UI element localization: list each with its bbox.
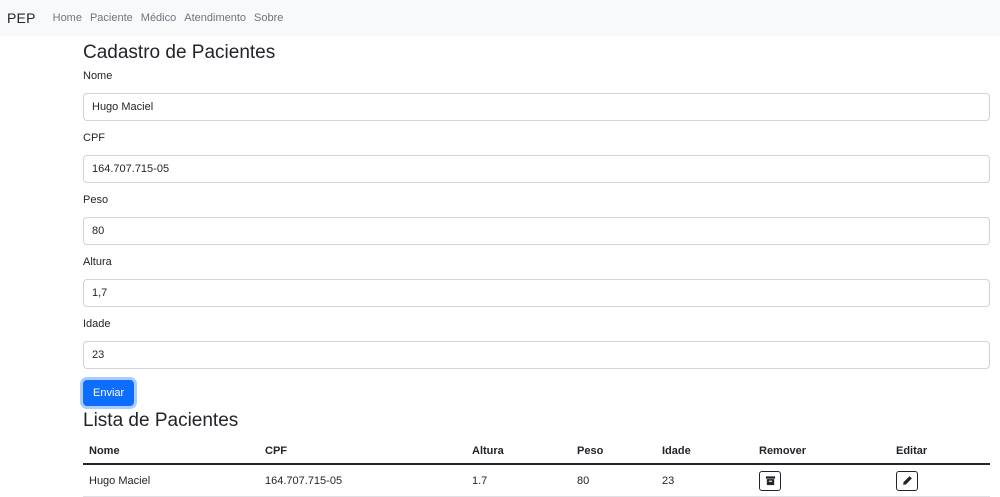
label-idade: Idade — [83, 318, 111, 330]
cell-remover — [753, 464, 890, 497]
cell-nome: Hugo Maciel — [83, 464, 259, 497]
cell-altura: 1.7 — [466, 464, 571, 497]
idade-input[interactable] — [83, 341, 990, 369]
label-altura: Altura — [83, 256, 112, 268]
header-nome: Nome — [83, 439, 259, 465]
nav-link-sobre[interactable]: Sobre — [254, 12, 283, 24]
nav-link-atendimento[interactable]: Atendimento — [184, 12, 246, 24]
peso-input[interactable] — [83, 217, 990, 245]
remove-button[interactable] — [759, 470, 781, 491]
main-container: Cadastro de Pacientes Nome CPF Peso Altu… — [83, 36, 990, 497]
label-peso: Peso — [83, 194, 109, 206]
form-title: Cadastro de Pacientes — [83, 42, 276, 63]
header-idade: Idade — [656, 439, 753, 465]
header-altura: Altura — [466, 439, 571, 465]
edit-button[interactable] — [896, 470, 918, 491]
cell-editar — [890, 464, 990, 497]
navbar-brand[interactable]: PEP — [7, 10, 36, 26]
patients-table: Nome CPF Altura Peso Idade Remover Edita… — [83, 439, 990, 497]
header-remover: Remover — [753, 439, 890, 465]
field-nome: Nome — [83, 69, 990, 121]
nome-input[interactable] — [83, 93, 990, 121]
table-row: Hugo Maciel 164.707.715-05 1.7 80 23 — [83, 464, 990, 497]
altura-input[interactable] — [83, 279, 990, 307]
navbar: PEP Home Paciente Médico Atendimento Sob… — [0, 0, 1000, 36]
field-peso: Peso — [83, 193, 990, 245]
header-peso: Peso — [571, 439, 656, 465]
cell-peso: 80 — [571, 464, 656, 497]
list-title: Lista de Pacientes — [83, 410, 239, 431]
table-header-row: Nome CPF Altura Peso Idade Remover Edita… — [83, 439, 990, 465]
header-editar: Editar — [890, 439, 990, 465]
field-cpf: CPF — [83, 131, 990, 183]
cell-idade: 23 — [656, 464, 753, 497]
label-cpf: CPF — [83, 132, 105, 144]
field-idade: Idade — [83, 317, 990, 369]
header-cpf: CPF — [259, 439, 466, 465]
nav-link-home[interactable]: Home — [53, 12, 82, 24]
nav-link-paciente[interactable]: Paciente — [90, 12, 133, 24]
nav-link-medico[interactable]: Médico — [141, 12, 176, 24]
trash-icon — [765, 476, 775, 486]
label-nome: Nome — [83, 70, 113, 82]
pencil-icon — [902, 476, 912, 485]
cpf-input[interactable] — [83, 155, 990, 183]
cell-cpf: 164.707.715-05 — [259, 464, 466, 497]
submit-button[interactable]: Enviar — [83, 380, 135, 406]
field-altura: Altura — [83, 255, 990, 307]
